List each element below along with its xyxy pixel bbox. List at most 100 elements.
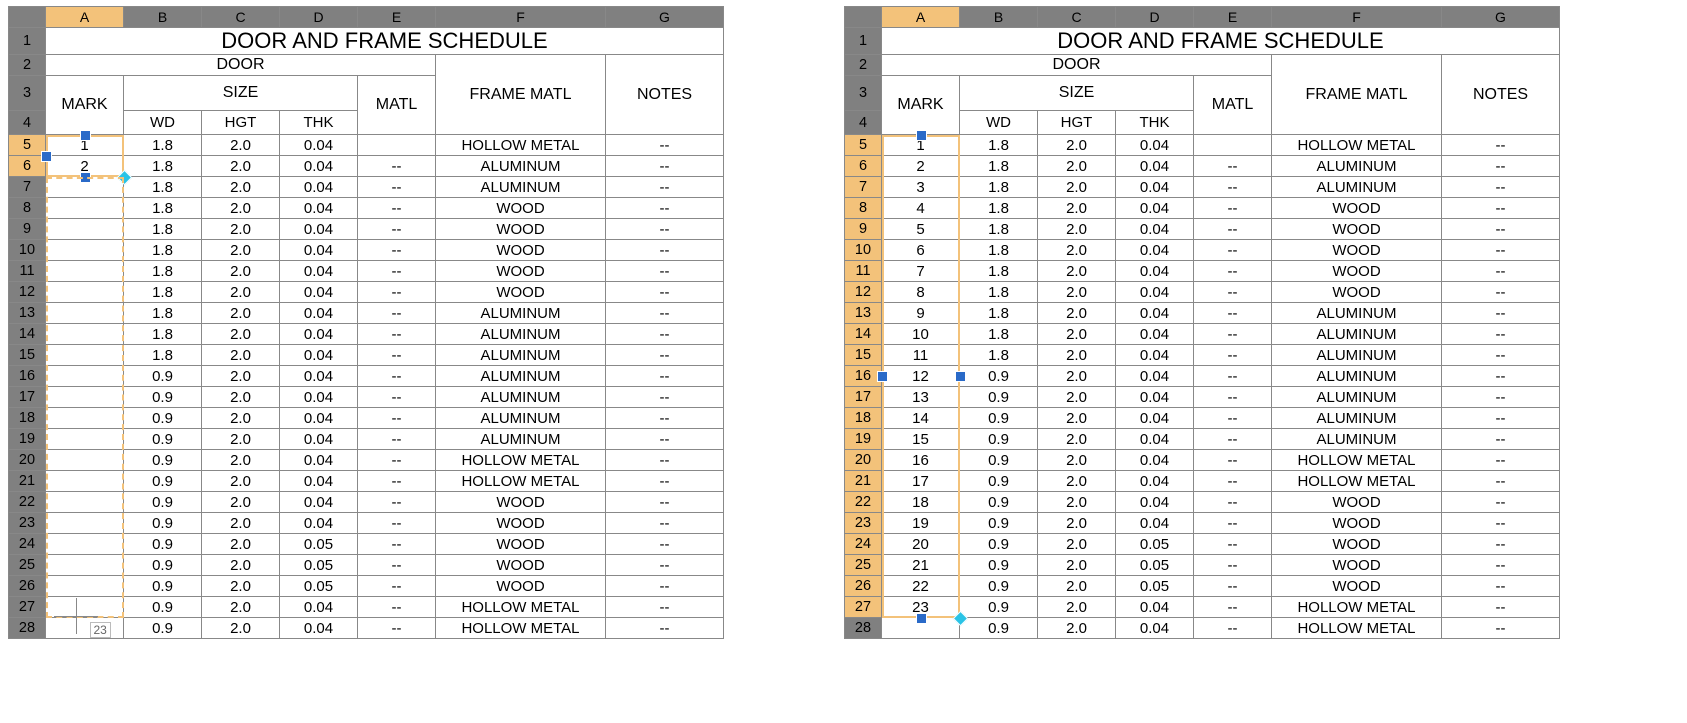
cell-thk-r19[interactable]: 0.04 [280,429,358,450]
col-header-A[interactable]: A [46,7,124,28]
col-header-D[interactable]: D [280,7,358,28]
cell-thk-r12[interactable]: 0.04 [1116,282,1194,303]
cell-matl-r14[interactable]: -- [358,324,436,345]
cell-thk-r14[interactable]: 0.04 [1116,324,1194,345]
cell-wd-r26[interactable]: 0.9 [124,576,202,597]
grid-table[interactable]: ABCDEFG1DOOR AND FRAME SCHEDULE2DOORFRAM… [844,6,1560,639]
cell-hgt-r7[interactable]: 2.0 [1038,177,1116,198]
row-header-1[interactable]: 1 [9,28,46,55]
cell-wd-r9[interactable]: 1.8 [960,219,1038,240]
cell-notes-r20[interactable]: -- [606,450,724,471]
cell-wd-r28[interactable]: 0.9 [960,618,1038,639]
col-header-G[interactable]: G [606,7,724,28]
cell-mark-r24[interactable]: 20 [882,534,960,555]
cell-thk-r28[interactable]: 0.04 [280,618,358,639]
cell-frame-r26[interactable]: WOOD [436,576,606,597]
cell-thk-r9[interactable]: 0.04 [1116,219,1194,240]
cell-frame-r14[interactable]: ALUMINUM [1272,324,1442,345]
cell-notes-r26[interactable]: -- [1442,576,1560,597]
row-header-3[interactable]: 3 [845,76,882,111]
cell-thk-r27[interactable]: 0.04 [1116,597,1194,618]
cell-notes-r19[interactable]: -- [1442,429,1560,450]
cell-notes-r22[interactable]: -- [606,492,724,513]
cell-mark-r6[interactable]: 2 [882,156,960,177]
cell-frame-r21[interactable]: HOLLOW METAL [436,471,606,492]
cell-wd-r17[interactable]: 0.9 [124,387,202,408]
cell-wd-r8[interactable]: 1.8 [960,198,1038,219]
cell-notes-r28[interactable]: -- [1442,618,1560,639]
cell-thk-r15[interactable]: 0.04 [280,345,358,366]
cell-matl-r24[interactable]: -- [1194,534,1272,555]
cell-mark-r7[interactable] [46,177,124,198]
cell-matl-r27[interactable]: -- [1194,597,1272,618]
cell-hgt-r23[interactable]: 2.0 [202,513,280,534]
cell-mark-r19[interactable]: 15 [882,429,960,450]
row-header-14[interactable]: 14 [845,324,882,345]
cell-frame-r9[interactable]: WOOD [436,219,606,240]
cell-wd-r15[interactable]: 1.8 [960,345,1038,366]
cell-mark-r24[interactable] [46,534,124,555]
cell-wd-r19[interactable]: 0.9 [124,429,202,450]
cell-wd-r9[interactable]: 1.8 [124,219,202,240]
cell-wd-r26[interactable]: 0.9 [960,576,1038,597]
row-header-27[interactable]: 27 [9,597,46,618]
row-header-10[interactable]: 10 [845,240,882,261]
cell-notes-r23[interactable]: -- [606,513,724,534]
cell-matl-r23[interactable]: -- [358,513,436,534]
cell-hgt-r13[interactable]: 2.0 [1038,303,1116,324]
cell-mark-r11[interactable] [46,261,124,282]
cell-hgt-r25[interactable]: 2.0 [202,555,280,576]
cell-mark-r27[interactable] [46,597,124,618]
framematl-header[interactable]: FRAME MATL [1272,55,1442,135]
cell-mark-r25[interactable]: 21 [882,555,960,576]
row-header-15[interactable]: 15 [845,345,882,366]
row-header-21[interactable]: 21 [9,471,46,492]
row-header-25[interactable]: 25 [845,555,882,576]
cell-hgt-r15[interactable]: 2.0 [202,345,280,366]
cell-wd-r18[interactable]: 0.9 [124,408,202,429]
cell-notes-r11[interactable]: -- [606,261,724,282]
mark-header[interactable]: MARK [882,76,960,135]
cell-notes-r12[interactable]: -- [606,282,724,303]
cell-thk-r19[interactable]: 0.04 [1116,429,1194,450]
cell-hgt-r9[interactable]: 2.0 [202,219,280,240]
cell-hgt-r14[interactable]: 2.0 [202,324,280,345]
cell-thk-r13[interactable]: 0.04 [280,303,358,324]
thk-header[interactable]: THK [280,111,358,135]
cell-notes-r8[interactable]: -- [606,198,724,219]
cell-notes-r7[interactable]: -- [606,177,724,198]
notes-header[interactable]: NOTES [1442,55,1560,135]
row-header-8[interactable]: 8 [9,198,46,219]
cell-frame-r17[interactable]: ALUMINUM [436,387,606,408]
wd-header[interactable]: WD [960,111,1038,135]
row-header-7[interactable]: 7 [9,177,46,198]
cell-thk-r16[interactable]: 0.04 [1116,366,1194,387]
row-header-13[interactable]: 13 [9,303,46,324]
cell-thk-r10[interactable]: 0.04 [1116,240,1194,261]
cell-matl-r15[interactable]: -- [1194,345,1272,366]
cell-mark-r22[interactable]: 18 [882,492,960,513]
cell-matl-r8[interactable]: -- [1194,198,1272,219]
cell-mark-r6[interactable]: 2 [46,156,124,177]
cell-hgt-r12[interactable]: 2.0 [202,282,280,303]
cell-hgt-r5[interactable]: 2.0 [202,135,280,156]
cell-matl-r20[interactable]: -- [1194,450,1272,471]
cell-frame-r9[interactable]: WOOD [1272,219,1442,240]
cell-thk-r24[interactable]: 0.05 [280,534,358,555]
cell-notes-r10[interactable]: -- [1442,240,1560,261]
cell-mark-r18[interactable]: 14 [882,408,960,429]
row-header-24[interactable]: 24 [9,534,46,555]
cell-thk-r15[interactable]: 0.04 [1116,345,1194,366]
cell-wd-r20[interactable]: 0.9 [960,450,1038,471]
cell-matl-r12[interactable]: -- [1194,282,1272,303]
cell-notes-r16[interactable]: -- [1442,366,1560,387]
cell-hgt-r10[interactable]: 2.0 [1038,240,1116,261]
cell-notes-r24[interactable]: -- [606,534,724,555]
cell-wd-r13[interactable]: 1.8 [960,303,1038,324]
cell-frame-r24[interactable]: WOOD [1272,534,1442,555]
cell-matl-r19[interactable]: -- [1194,429,1272,450]
row-header-17[interactable]: 17 [9,387,46,408]
door-header[interactable]: DOOR [882,55,1272,76]
cell-mark-r16[interactable] [46,366,124,387]
cell-mark-r27[interactable]: 23 [882,597,960,618]
